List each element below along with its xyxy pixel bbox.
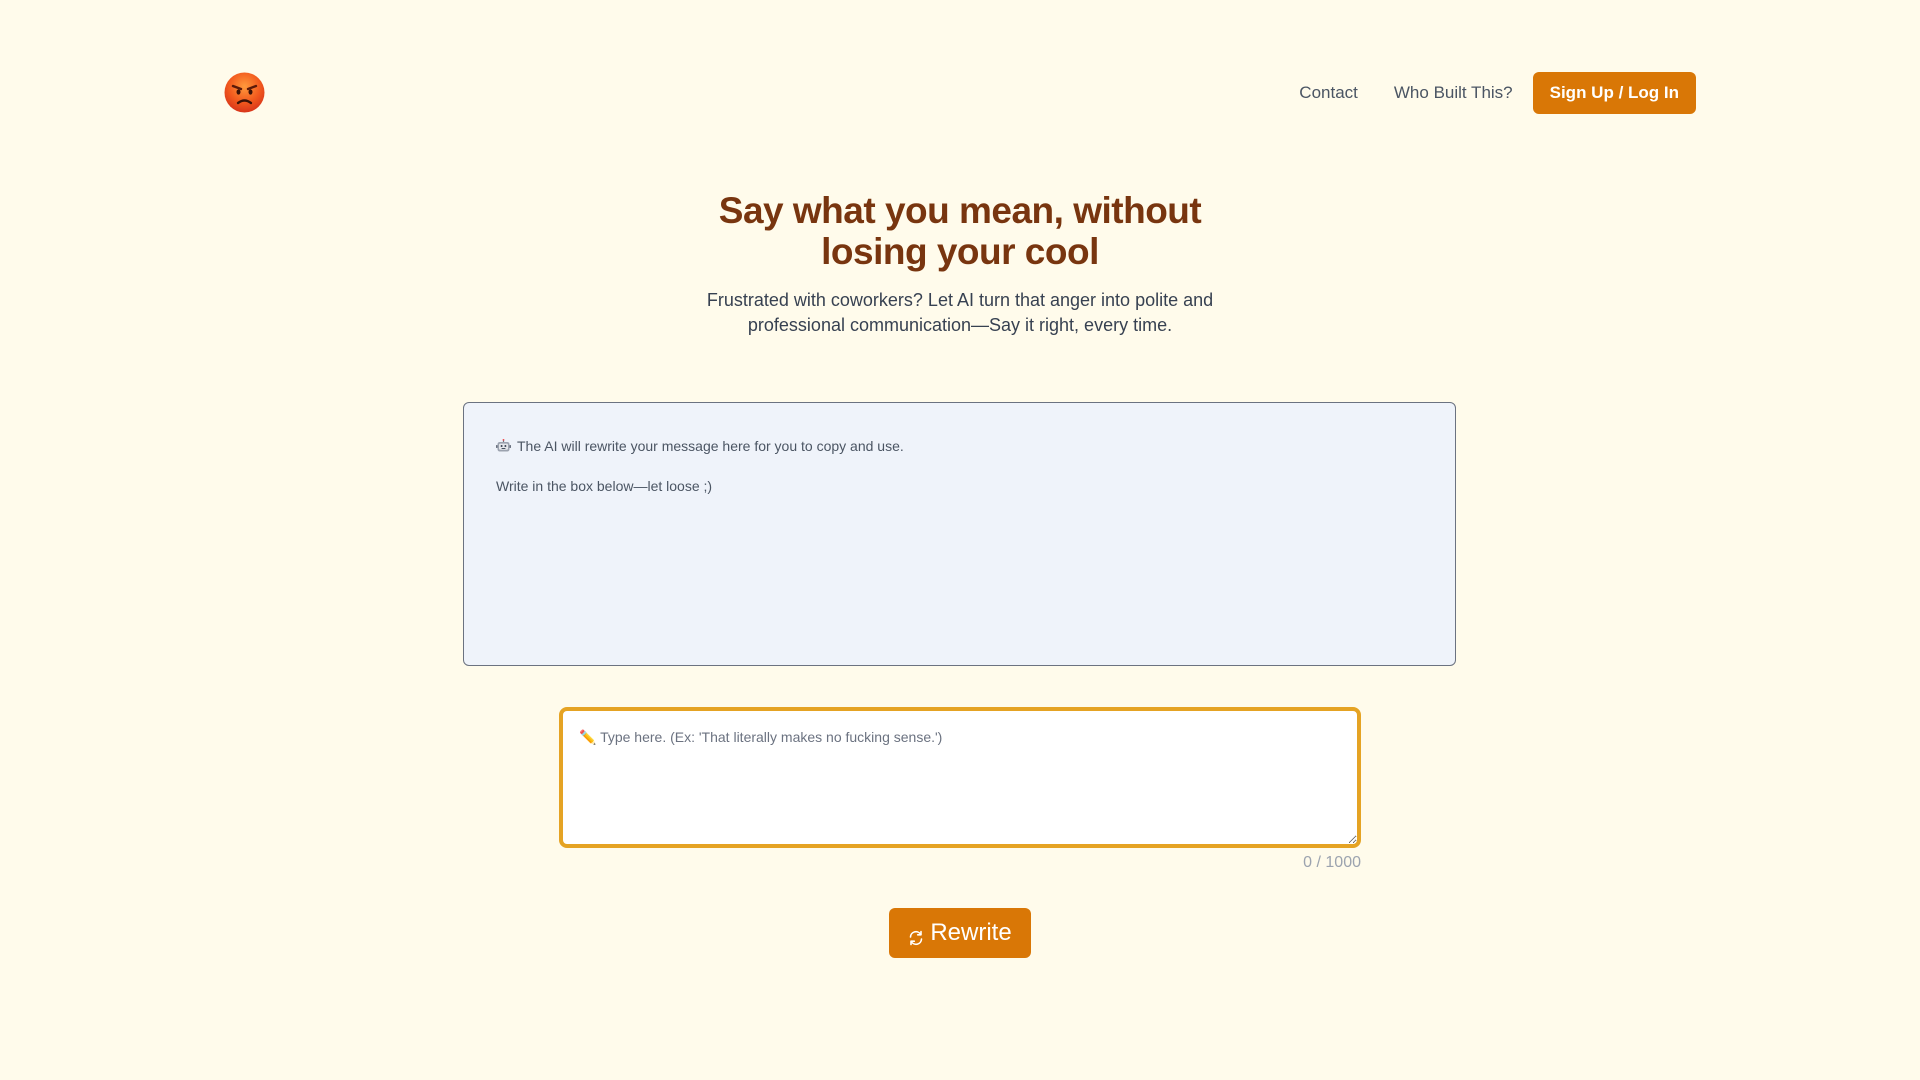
rewrite-button[interactable]: Rewrite bbox=[889, 908, 1031, 958]
output-intro-text: The AI will rewrite your message here fo… bbox=[517, 438, 904, 454]
refresh-icon bbox=[908, 925, 924, 946]
message-input[interactable] bbox=[563, 711, 1357, 844]
robot-icon bbox=[496, 436, 513, 456]
rewritten-output-panel[interactable]: The AI will rewrite your message here fo… bbox=[463, 402, 1456, 666]
output-intro-line: The AI will rewrite your message here fo… bbox=[496, 436, 1423, 456]
character-counter: 0 / 1000 bbox=[1303, 854, 1361, 871]
page-subtitle: Frustrated with coworkers? Let AI turn t… bbox=[706, 290, 1214, 335]
message-input-wrapper bbox=[559, 707, 1361, 848]
top-nav: Contact Who Built This? Sign Up / Log In bbox=[1281, 72, 1696, 114]
page-title: Say what you mean, without losing your c… bbox=[718, 190, 1202, 272]
hero-section: Say what you mean, without losing your c… bbox=[0, 190, 1920, 338]
nav-contact-link[interactable]: Contact bbox=[1281, 72, 1376, 114]
angry-face-icon[interactable] bbox=[224, 72, 265, 113]
output-hint-text: Write in the box below—let loose ;) bbox=[496, 478, 713, 494]
nav-who-built-link[interactable]: Who Built This? bbox=[1376, 72, 1531, 114]
signup-login-button[interactable]: Sign Up / Log In bbox=[1532, 72, 1696, 114]
rewrite-button-label: Rewrite bbox=[930, 919, 1012, 946]
